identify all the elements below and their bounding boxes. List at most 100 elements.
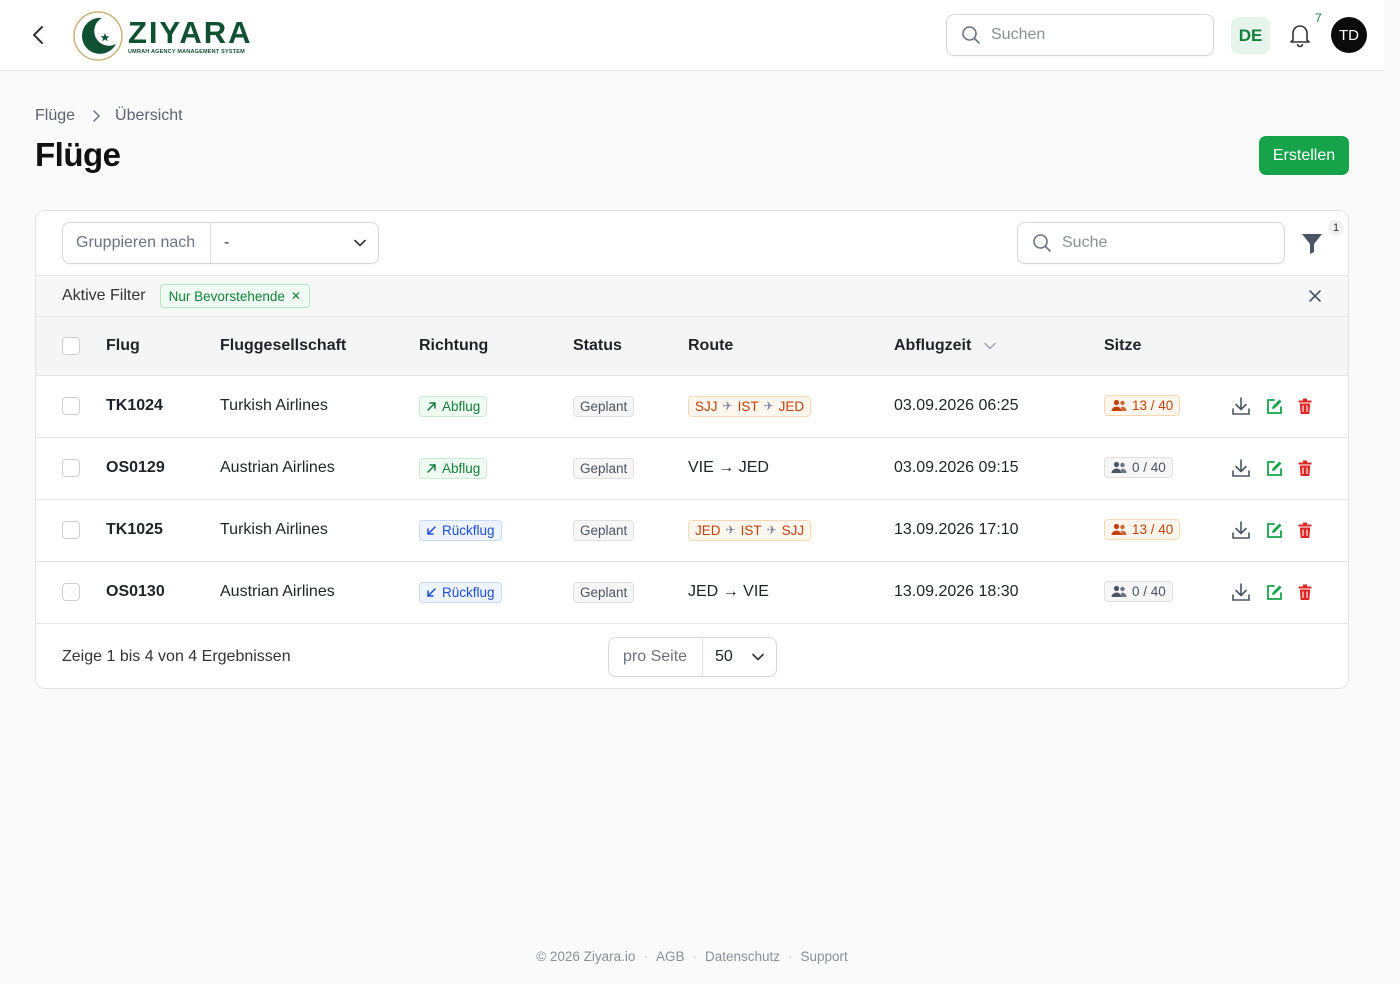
per-page-select[interactable]: pro Seite 50: [608, 637, 777, 677]
logo[interactable]: ZIYARA UMRAH AGENCY MANAGEMENT SYSTEM: [72, 10, 253, 62]
flight-number: OS0130: [106, 583, 165, 600]
table-search-input[interactable]: [1062, 234, 1262, 252]
users-icon: [1111, 523, 1127, 535]
seats-badge: 13 / 40: [1104, 519, 1181, 540]
seats-badge: 0 / 40: [1104, 457, 1173, 478]
status-badge: Geplant: [573, 395, 635, 417]
status-badge: Geplant: [573, 519, 635, 541]
select-all-checkbox[interactable]: [62, 336, 80, 355]
breadcrumb-item-flights[interactable]: Flüge: [35, 107, 75, 125]
chevron-down-icon: [752, 653, 764, 661]
column-header-airline[interactable]: Fluggesellschaft: [220, 317, 419, 375]
group-by-select[interactable]: Gruppieren nach -: [62, 222, 379, 264]
global-search-input[interactable]: [991, 26, 1191, 44]
back-button[interactable]: [26, 23, 50, 47]
delete-button[interactable]: [1298, 398, 1312, 415]
column-header-departure[interactable]: Abflugzeit: [894, 317, 1104, 375]
route-text: VIE → JED: [688, 459, 769, 476]
create-button[interactable]: Erstellen: [1259, 136, 1349, 175]
footer-link-support[interactable]: Support: [801, 949, 848, 964]
logo-name: ZIYARA: [128, 14, 253, 50]
download-button[interactable]: [1230, 519, 1252, 541]
column-header-direction[interactable]: Richtung: [419, 317, 573, 375]
edit-icon: [1267, 460, 1282, 476]
users-icon: [1111, 585, 1127, 597]
table-row[interactable]: TK1025 Turkish Airlines Rückflug Geplant JED…: [36, 499, 1348, 561]
language-switch-button[interactable]: DE: [1231, 17, 1270, 54]
footer-link-terms[interactable]: AGB: [656, 949, 685, 964]
row-checkbox[interactable]: [62, 582, 80, 601]
row-checkbox[interactable]: [62, 458, 80, 477]
bell-icon[interactable]: [1288, 22, 1312, 48]
download-button[interactable]: [1230, 457, 1252, 479]
search-icon: [962, 26, 980, 44]
route-badge: SJJ ✈ IST ✈ JED: [688, 395, 812, 417]
search-icon: [1033, 234, 1051, 252]
edit-button[interactable]: [1266, 398, 1283, 415]
table-search: [1017, 222, 1285, 264]
delete-button[interactable]: [1298, 460, 1312, 477]
remove-filter-icon[interactable]: ✕: [291, 289, 301, 303]
table-row[interactable]: OS0130 Austrian Airlines Rückflug Geplant JE…: [36, 561, 1348, 623]
column-header-route[interactable]: Route: [688, 317, 894, 375]
row-checkbox[interactable]: [62, 520, 80, 539]
column-header-flight[interactable]: Flug: [106, 317, 220, 375]
download-icon: [1232, 583, 1250, 601]
download-icon: [1232, 521, 1250, 539]
column-header-status[interactable]: Status: [573, 317, 688, 375]
chevron-down-icon: [354, 239, 366, 247]
trash-icon: [1298, 398, 1312, 414]
route-text: JED → VIE: [688, 583, 769, 600]
departure-time: 03.09.2026 06:25: [894, 397, 1019, 414]
plane-icon: ✈: [766, 523, 777, 537]
route-airport: JED: [778, 398, 805, 414]
direction-badge: Abflug: [419, 457, 488, 479]
row-checkbox[interactable]: [62, 396, 80, 415]
edit-icon: [1267, 398, 1282, 414]
group-by-value: -: [224, 234, 230, 251]
filter-icon[interactable]: [1301, 231, 1323, 255]
footer-link-privacy[interactable]: Datenschutz: [705, 949, 780, 964]
results-summary: Zeige 1 bis 4 von 4 Ergebnissen: [62, 648, 291, 665]
download-button[interactable]: [1230, 581, 1252, 603]
table-row[interactable]: TK1024 Turkish Airlines Abflug Geplant SJJ ✈ I…: [36, 375, 1348, 437]
per-page-value: 50: [715, 648, 733, 665]
seats-value: 13 / 40: [1132, 398, 1174, 413]
users-icon: [1111, 461, 1127, 473]
download-button[interactable]: [1230, 395, 1252, 417]
seats-value: 13 / 40: [1132, 522, 1174, 537]
table-header-row: Flug Fluggesellschaft Richtung Status Ro…: [36, 317, 1348, 375]
flight-number: OS0129: [106, 459, 165, 476]
active-filters-bar: Aktive Filter Nur Bevorstehende ✕: [36, 276, 1348, 317]
route-badge: JED ✈ IST ✈ SJJ: [688, 519, 812, 541]
filter-chip-upcoming: Nur Bevorstehende ✕: [159, 284, 310, 308]
column-header-seats[interactable]: Sitze: [1104, 317, 1230, 375]
flight-number: TK1025: [106, 521, 163, 538]
table-toolbar: Gruppieren nach - 1: [36, 211, 1348, 276]
user-avatar[interactable]: TD: [1331, 17, 1367, 53]
download-icon: [1232, 397, 1250, 415]
edit-button[interactable]: [1266, 460, 1283, 477]
route-airport: JED: [695, 522, 721, 538]
plane-icon: ✈: [722, 399, 733, 413]
page-title: Flüge: [35, 136, 121, 173]
edit-button[interactable]: [1266, 522, 1283, 539]
arrow-up-right-icon: [427, 401, 436, 411]
departure-time: 03.09.2026 09:15: [894, 459, 1019, 476]
arrow-right-icon: →: [722, 583, 739, 600]
direction-badge: Rückflug: [419, 581, 502, 603]
edit-button[interactable]: [1266, 584, 1283, 601]
breadcrumb-item-overview: Übersicht: [115, 107, 183, 124]
clear-filters-icon[interactable]: [1307, 288, 1323, 304]
delete-button[interactable]: [1298, 584, 1312, 601]
direction-label: Rückflug: [442, 584, 495, 600]
seats-badge: 13 / 40: [1104, 395, 1181, 416]
chevron-right-icon: [93, 110, 101, 122]
delete-button[interactable]: [1298, 522, 1312, 539]
chevron-left-icon: [33, 26, 43, 44]
plane-icon: ✈: [725, 523, 736, 537]
trash-icon: [1298, 584, 1312, 600]
top-bar: ZIYARA UMRAH AGENCY MANAGEMENT SYSTEM DE…: [0, 0, 1384, 71]
trash-icon: [1298, 522, 1312, 538]
table-row[interactable]: OS0129 Austrian Airlines Abflug Geplant VIE …: [36, 437, 1348, 499]
